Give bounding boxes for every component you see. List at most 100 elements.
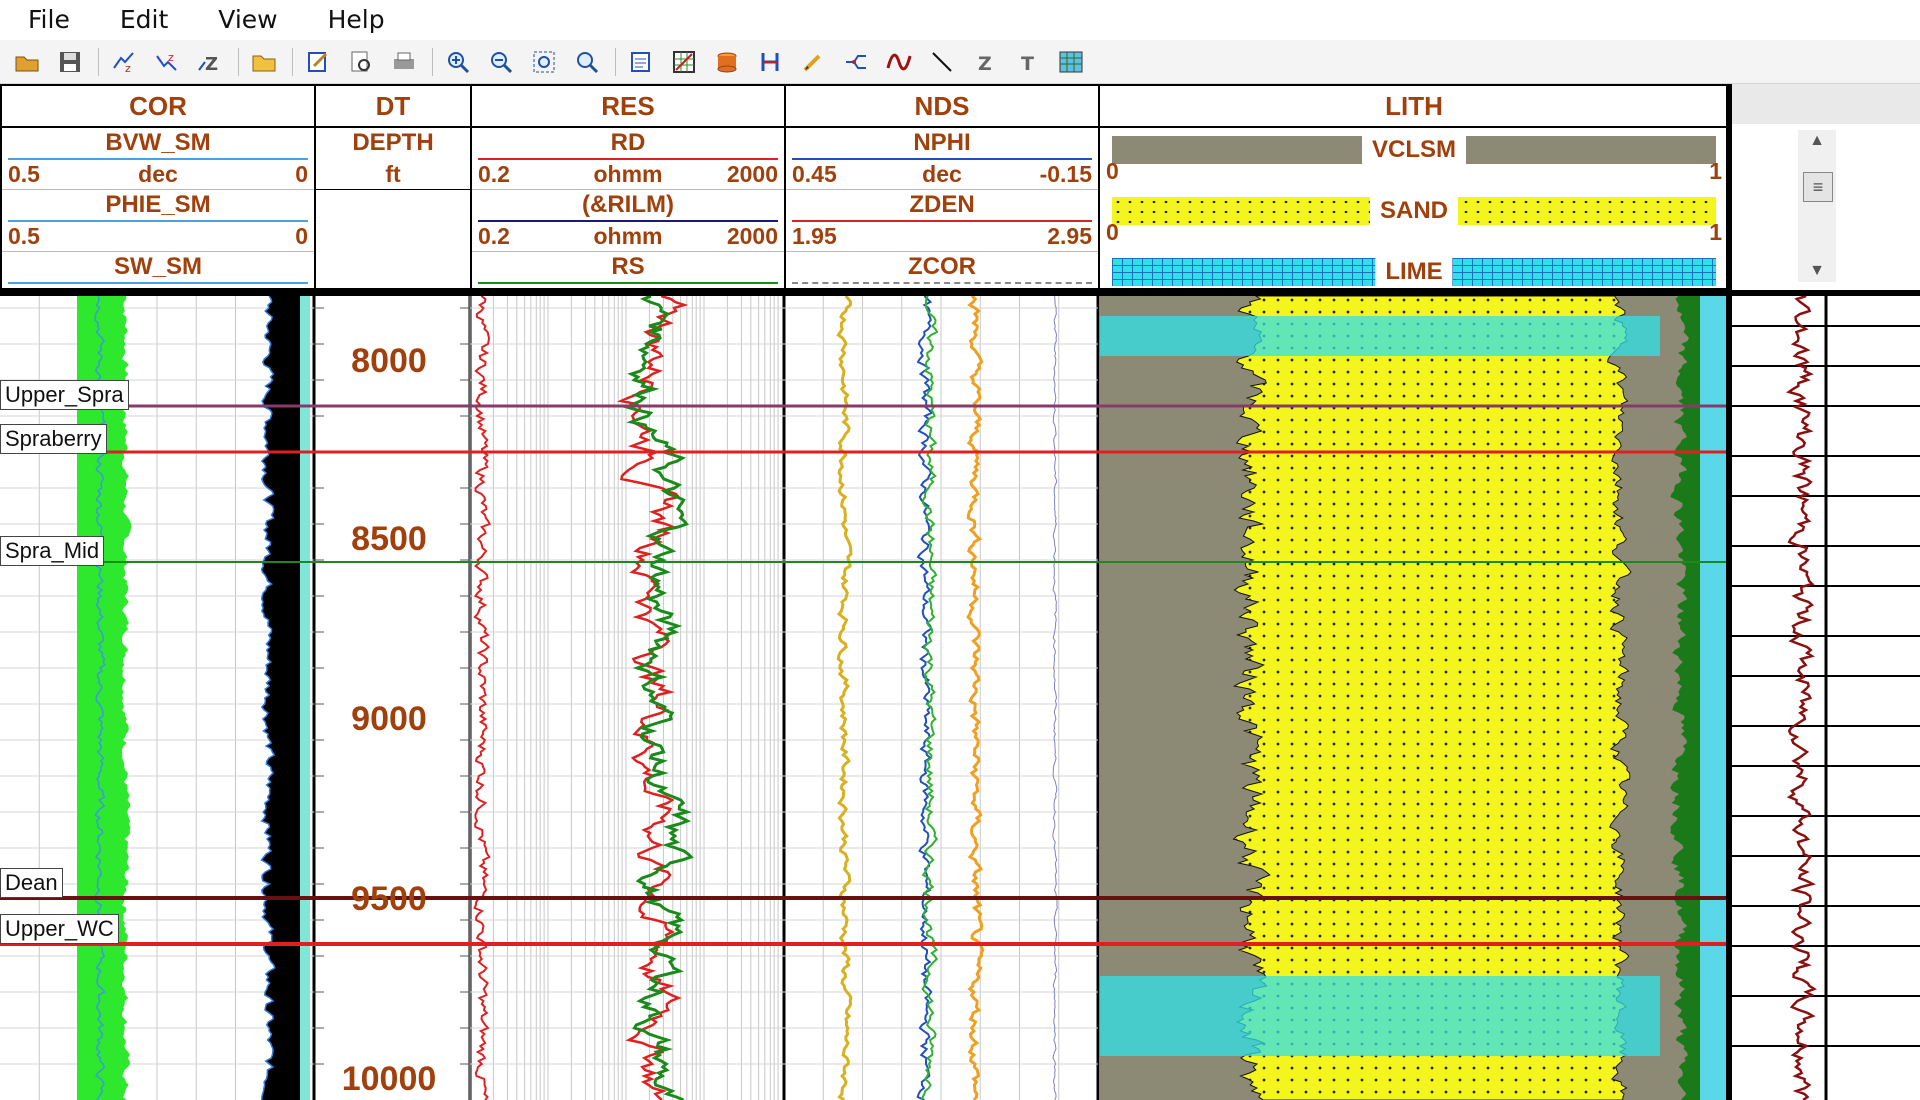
mini-log-curve (1786, 296, 1817, 1100)
curve-name: PHIE_SM (105, 191, 211, 218)
formation-top-label[interactable]: Dean (0, 868, 63, 898)
scale-unit: ft (385, 161, 401, 187)
curve-header-rs[interactable]: RS (472, 252, 784, 288)
edit-icon[interactable] (301, 45, 335, 79)
track-header-dt[interactable]: DT DEPTH ft (316, 86, 472, 288)
right-panel-top-bar (1732, 84, 1920, 124)
svg-text:z: z (125, 62, 131, 74)
scale-unit: ohmm (593, 223, 663, 249)
curve-name: SW_SM (113, 253, 202, 280)
pencil-icon[interactable] (796, 45, 830, 79)
fill-name: LIME (1375, 256, 1453, 288)
cor-fill-green (77, 296, 122, 1100)
zoom-in-icon[interactable] (441, 45, 475, 79)
print-preview-icon[interactable] (344, 45, 378, 79)
curve-name: RS (611, 253, 645, 280)
track-header: COR BVW_SM 0.5 dec 0 PHIE_SM 0.5 0 SW_SM DT… (0, 84, 1732, 290)
dcor-curve (1052, 296, 1058, 1100)
lith-lime-fill (1700, 296, 1726, 1100)
toolbar: z z Z Z T (0, 40, 1920, 84)
save-icon[interactable] (53, 45, 87, 79)
curve-name: RD (610, 129, 646, 156)
zoom-window-icon[interactable] (570, 45, 604, 79)
curve-header-phie[interactable]: PHIE_SM 0.5 0 (2, 190, 314, 252)
track-title: RES (472, 86, 784, 128)
curve-header-zden[interactable]: ZDEN 1.95 2.95 (786, 190, 1098, 252)
formation-top-label[interactable]: Spra_Mid (0, 536, 105, 566)
zoom-out-icon[interactable] (484, 45, 518, 79)
curve-header-bvw[interactable]: BVW_SM 0.5 dec 0 (2, 128, 314, 190)
folder-icon[interactable] (247, 45, 281, 79)
table-icon[interactable] (1054, 45, 1088, 79)
log-plot-area[interactable]: 8000 8500 9000 9500 10000 Upper_Spra Spr… (0, 290, 1732, 1100)
fill-header-sand[interactable]: SAND 01 (1100, 189, 1726, 250)
curve-header-nphi[interactable]: NPHI 0.45 dec -0.15 (786, 128, 1098, 190)
header-scrollbar[interactable]: ▲ ≡ ▼ (1798, 130, 1836, 282)
correlation-mini-track[interactable] (1732, 290, 1920, 1100)
menu-edit[interactable]: Edit (92, 0, 190, 40)
curve-header-rd[interactable]: RD 0.2 ohmm 2000 (472, 128, 784, 190)
notes-icon[interactable] (624, 45, 658, 79)
open-folder-icon[interactable] (10, 45, 44, 79)
curve-header-zcor[interactable]: ZCOR (786, 252, 1098, 288)
curve-header-sw[interactable]: SW_SM (2, 252, 314, 288)
formation-top-label[interactable]: Upper_Spra (0, 380, 129, 410)
lith-lime-band (1100, 316, 1660, 356)
menu-help[interactable]: Help (300, 0, 407, 40)
curve-icon[interactable] (882, 45, 916, 79)
branch-icon[interactable] (839, 45, 873, 79)
track-title: COR (2, 86, 314, 128)
scale-unit: ohmm (593, 161, 663, 187)
menu-bar: File Edit View Help (0, 0, 1920, 40)
z-icon[interactable]: Z (968, 45, 1002, 79)
sort-z2-icon[interactable]: z (150, 45, 184, 79)
menu-file[interactable]: File (0, 0, 92, 40)
print-icon[interactable] (387, 45, 421, 79)
depth-label: 8500 (351, 520, 427, 558)
toolbar-separator (238, 47, 239, 76)
curve-header-rilm[interactable]: (&RILM) 0.2 ohmm 2000 (472, 190, 784, 252)
fill-header-lime[interactable]: LIME (1100, 250, 1726, 288)
scale-max: 1 (1709, 158, 1722, 184)
svg-text:z: z (168, 51, 174, 64)
cor-fill-green (122, 296, 132, 1100)
scale-max: 0 (295, 223, 308, 249)
svg-text:T: T (1021, 53, 1034, 74)
curve-name: (&RILM) (582, 191, 674, 218)
scroll-up-icon[interactable]: ▲ (1798, 130, 1836, 152)
curve-header-depth[interactable]: DEPTH ft (316, 128, 470, 190)
formation-top-label[interactable]: Upper_WC (0, 914, 119, 944)
nphi-curve (916, 296, 933, 1100)
depth-label: 9000 (351, 700, 427, 738)
curve-name: BVW_SM (105, 129, 211, 156)
depth-label: 8000 (351, 342, 427, 380)
scale-min: 0 (1106, 158, 1119, 184)
menu-view[interactable]: View (190, 0, 299, 40)
toolbar-separator (432, 47, 433, 76)
track-header-cor[interactable]: COR BVW_SM 0.5 dec 0 PHIE_SM 0.5 0 SW_SM (2, 86, 316, 288)
depth-marker-icon[interactable] (753, 45, 787, 79)
track-header-res[interactable]: RES RD 0.2 ohmm 2000 (&RILM) 0.2 ohmm 2000 R… (472, 86, 786, 288)
sort-z-icon[interactable]: z (107, 45, 141, 79)
cylinder-icon[interactable] (710, 45, 744, 79)
scroll-thumb[interactable]: ≡ (1803, 172, 1833, 202)
scroll-down-icon[interactable]: ▼ (1798, 260, 1836, 282)
formation-top-label[interactable]: Spraberry (0, 424, 107, 454)
toolbar-separator (98, 47, 99, 76)
line-icon[interactable] (925, 45, 959, 79)
mini-track-canvas (1732, 296, 1920, 1100)
log-plot-canvas[interactable] (0, 296, 1732, 1100)
zoom-fit-icon[interactable] (527, 45, 561, 79)
z-arrow-icon[interactable]: Z (193, 45, 227, 79)
scale-min: 1.95 (792, 223, 837, 249)
text-icon[interactable]: T (1011, 45, 1045, 79)
curve-name: ZDEN (909, 191, 975, 218)
track-header-lith[interactable]: LITH VCLSM 01 SAND 01 LIME (1100, 86, 1726, 288)
zcor-curve (836, 296, 853, 1100)
track-header-nds[interactable]: NDS NPHI 0.45 dec -0.15 ZDEN 1.95 2.95 ZCOR (786, 86, 1100, 288)
toolbar-separator (292, 47, 293, 76)
right-panel-header: ▲ ≡ ▼ (1732, 84, 1920, 290)
grid-icon[interactable] (667, 45, 701, 79)
fill-header-vclsm[interactable]: VCLSM 01 (1100, 128, 1726, 189)
track-title: LITH (1100, 86, 1726, 128)
